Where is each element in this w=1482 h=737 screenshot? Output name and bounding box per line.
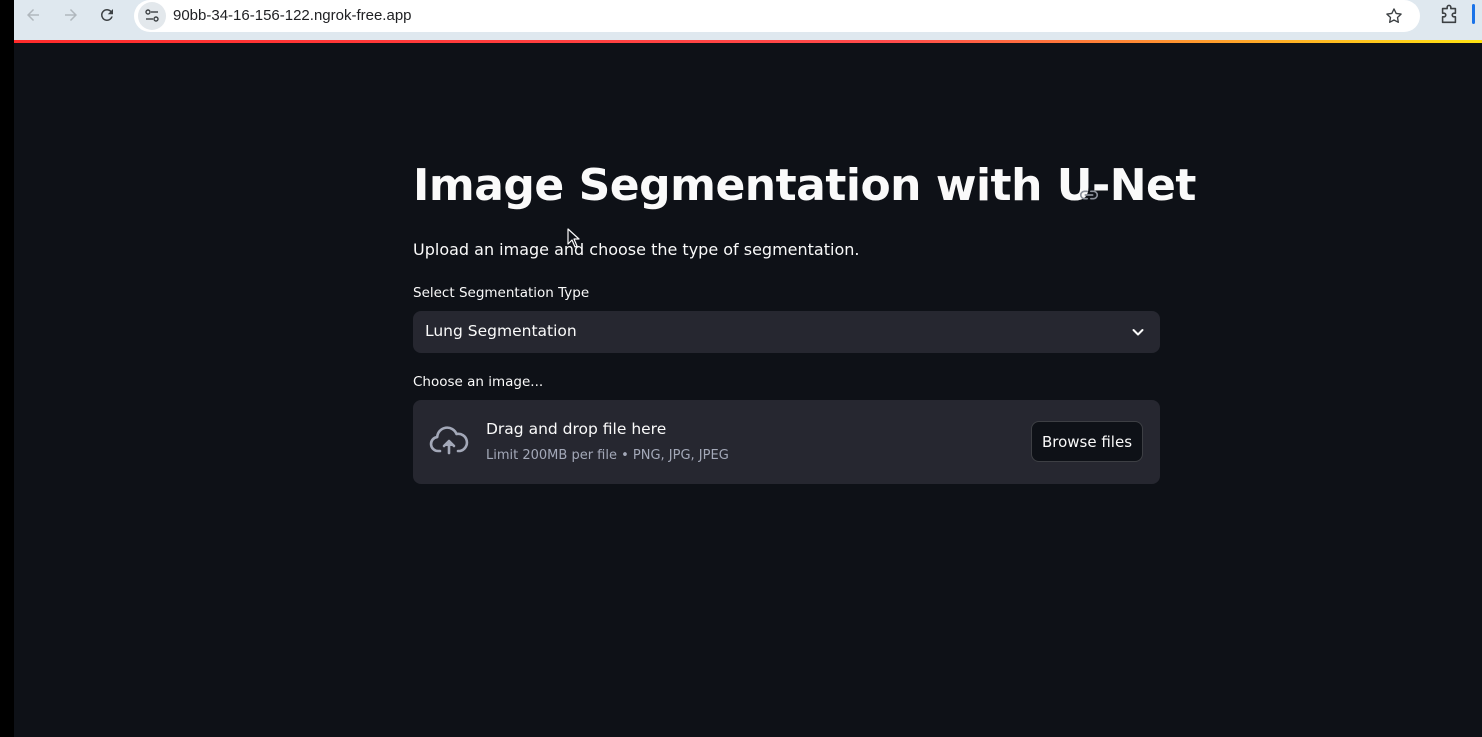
segmentation-type-select[interactable]: Lung Segmentation bbox=[413, 311, 1160, 353]
select-label: Select Segmentation Type bbox=[413, 285, 590, 301]
profile-indicator bbox=[1472, 4, 1475, 24]
app-header-decoration bbox=[14, 40, 1482, 43]
browser-toolbar: 90bb-34-16-156-122.ngrok-free.app bbox=[14, 0, 1482, 40]
file-dropzone[interactable]: Drag and drop file here Limit 200MB per … bbox=[413, 400, 1160, 484]
address-bar[interactable]: 90bb-34-16-156-122.ngrok-free.app bbox=[134, 0, 1420, 32]
back-button[interactable] bbox=[21, 3, 45, 27]
browse-files-button[interactable]: Browse files bbox=[1031, 421, 1143, 462]
extensions-icon[interactable] bbox=[1438, 4, 1460, 26]
browser-window: 90bb-34-16-156-122.ngrok-free.app Image … bbox=[14, 0, 1482, 737]
reload-button[interactable] bbox=[95, 3, 119, 27]
back-icon bbox=[27, 9, 39, 21]
cloud-upload-icon bbox=[429, 426, 469, 455]
file-limit-text: Limit 200MB per file • PNG, JPG, JPEG bbox=[486, 448, 729, 463]
chevron-down-icon bbox=[1132, 329, 1144, 336]
star-icon[interactable] bbox=[1384, 6, 1404, 26]
link-anchor-icon[interactable] bbox=[1078, 184, 1100, 206]
forward-button[interactable] bbox=[59, 3, 83, 27]
url-text[interactable]: 90bb-34-16-156-122.ngrok-free.app bbox=[173, 7, 412, 24]
page-subtitle: Upload an image and choose the type of s… bbox=[413, 240, 860, 259]
forward-icon bbox=[65, 9, 77, 21]
site-info-icon bbox=[145, 9, 159, 22]
uploader-label: Choose an image... bbox=[413, 374, 544, 390]
mouse-cursor-icon bbox=[567, 228, 580, 248]
select-value: Lung Segmentation bbox=[425, 322, 577, 340]
drop-title: Drag and drop file here bbox=[486, 420, 667, 438]
site-info-button[interactable] bbox=[138, 2, 166, 30]
reload-icon bbox=[100, 8, 113, 21]
